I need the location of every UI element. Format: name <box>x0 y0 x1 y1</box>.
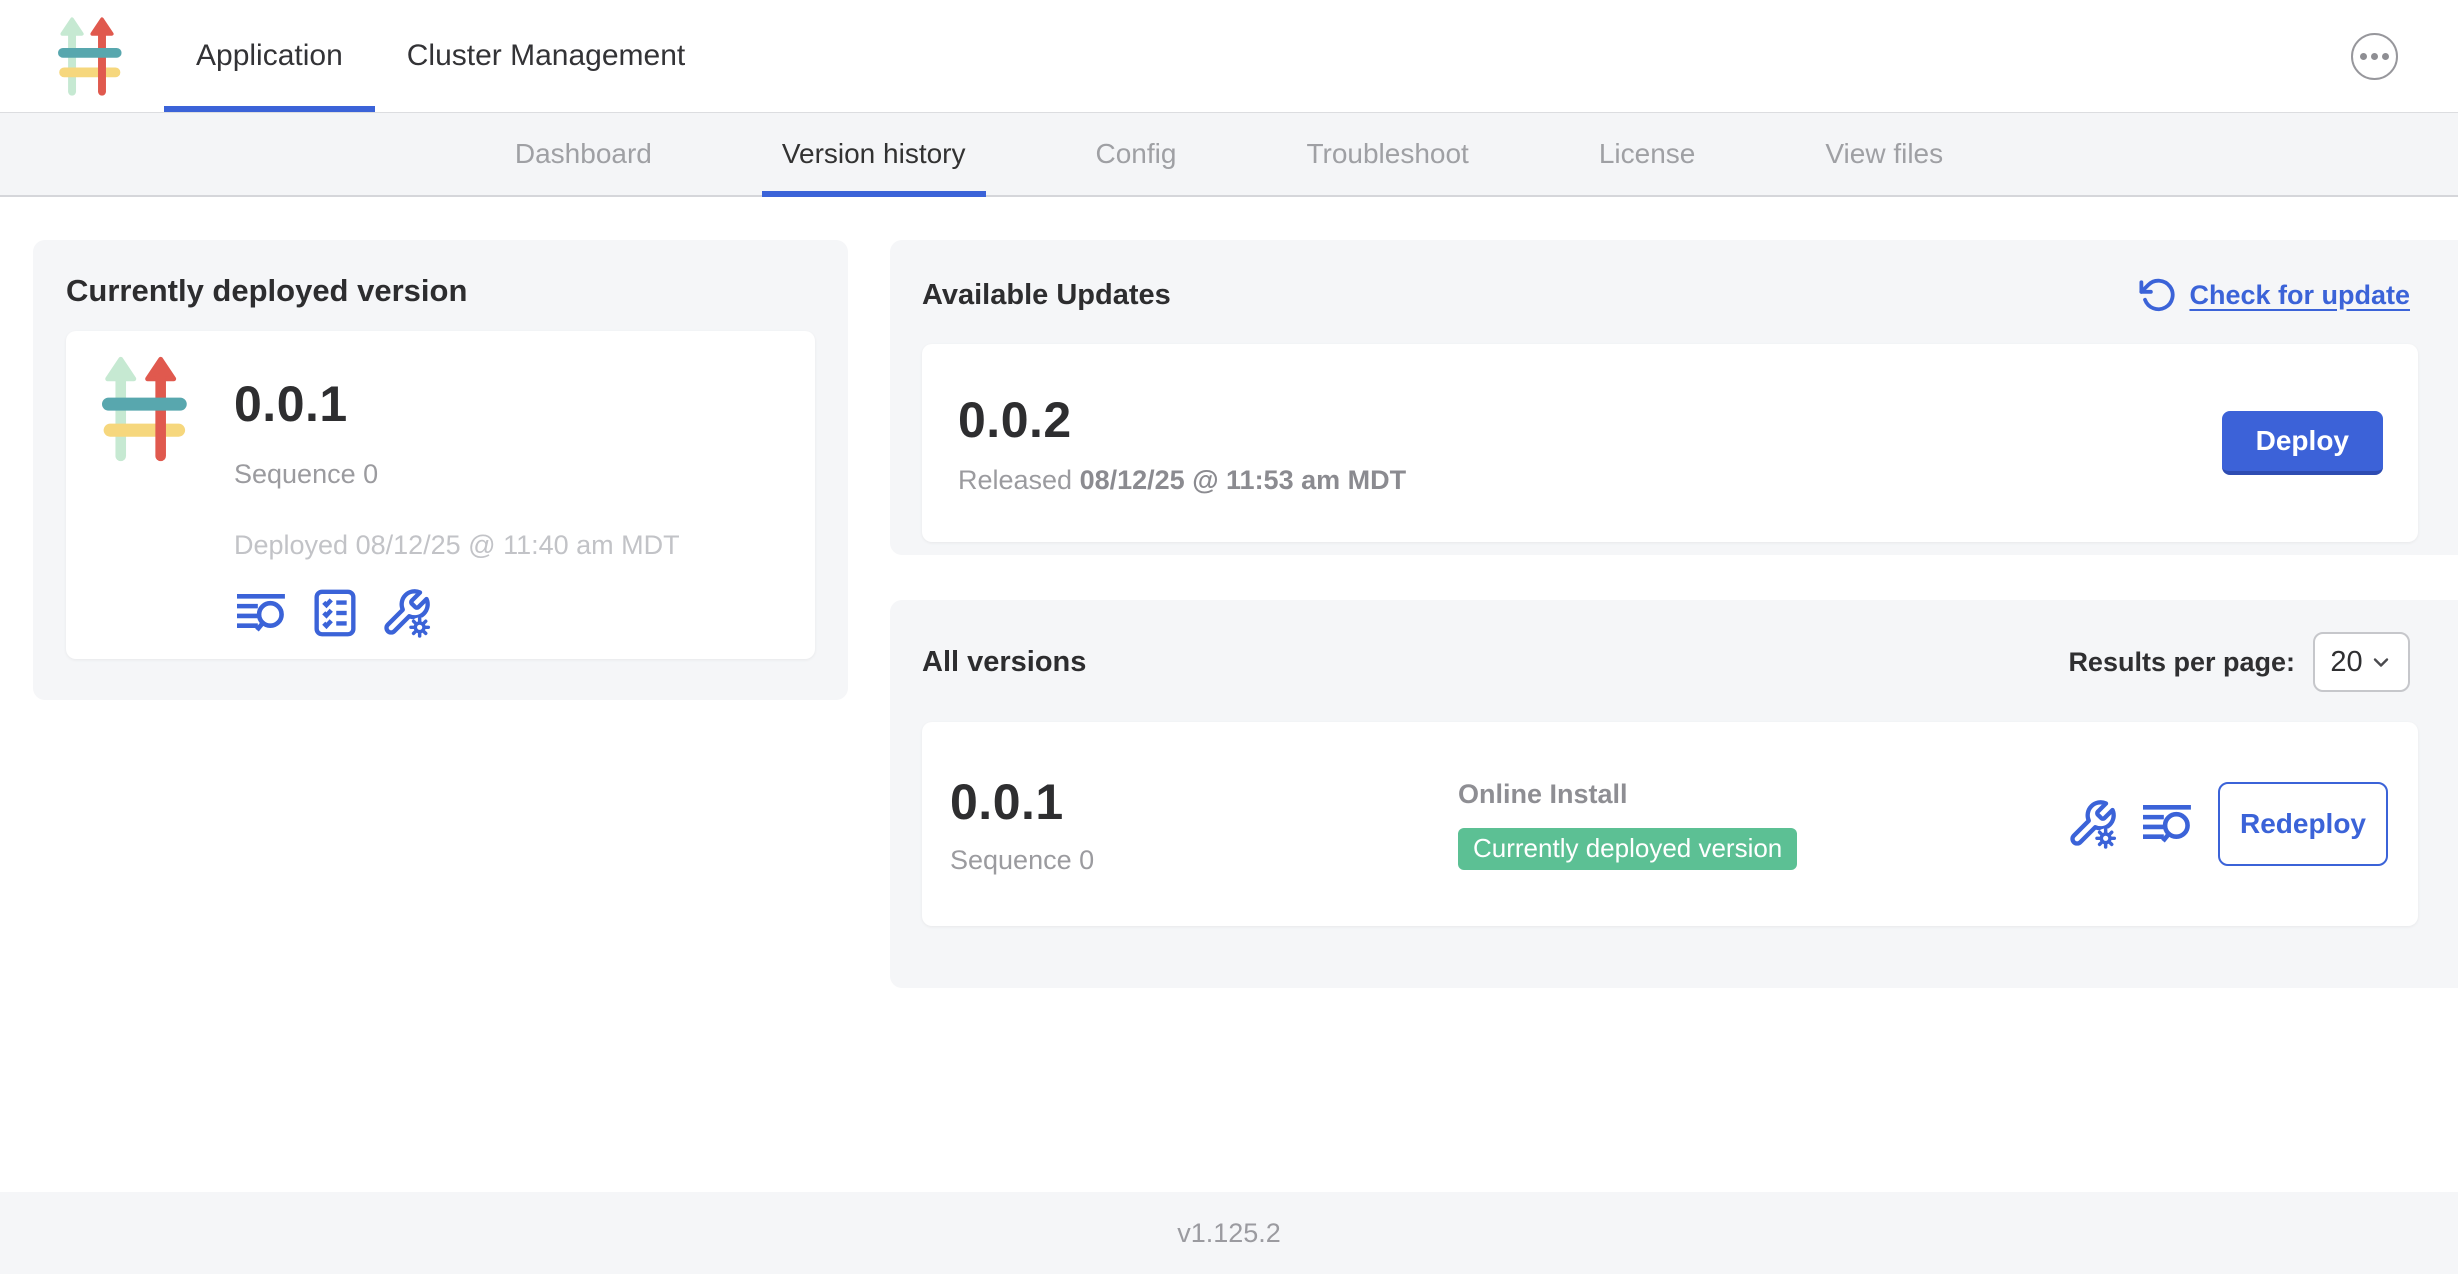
check-for-update-link[interactable]: Check for update <box>2139 276 2410 314</box>
deploy-logs-icon[interactable] <box>2140 799 2196 849</box>
subnav-tab-version-history[interactable]: Version history <box>762 113 986 195</box>
available-updates-header: Available Updates Check for update <box>922 272 2450 318</box>
header-tab-application[interactable]: Application <box>164 0 375 112</box>
main-content: Currently deployed version 0.0.1 Sequenc… <box>0 197 2458 1192</box>
ellipsis-icon <box>2371 53 2378 60</box>
refresh-icon <box>2139 276 2177 314</box>
update-version-number: 0.0.2 <box>958 391 1406 449</box>
all-versions-card: All versions Results per page: 20 0.0 <box>890 600 2458 988</box>
preflight-checks-icon[interactable] <box>310 588 360 638</box>
subnav-tab-dashboard[interactable]: Dashboard <box>495 113 672 195</box>
available-update-info: 0.0.2 Released 08/12/25 @ 11:53 am MDT <box>958 391 1406 496</box>
results-per-page: Results per page: 20 <box>2068 632 2410 692</box>
results-per-page-select[interactable]: 20 <box>2313 632 2410 692</box>
header-nav: Application Cluster Management <box>164 0 717 112</box>
subnav-tab-troubleshoot[interactable]: Troubleshoot <box>1286 113 1488 195</box>
app-logo-icon <box>102 355 190 463</box>
all-versions-header: All versions Results per page: 20 <box>922 632 2450 692</box>
all-versions-title: All versions <box>922 646 1086 679</box>
released-prefix: Released <box>958 465 1072 495</box>
right-column: Available Updates Check for update 0.0.2… <box>890 240 2458 988</box>
app-logo-icon <box>58 16 124 97</box>
chevron-down-icon <box>2369 650 2393 674</box>
version-row-sequence: Sequence 0 <box>950 845 1458 876</box>
subnav-tab-view-files[interactable]: View files <box>1805 113 1963 195</box>
deploy-logs-icon[interactable] <box>234 588 290 638</box>
ellipsis-icon <box>2360 53 2367 60</box>
app-footer: v1.125.2 <box>0 1192 2458 1274</box>
version-row-status: Online Install Currently deployed versio… <box>1458 779 2066 870</box>
current-version-deployed-timestamp: Deployed 08/12/25 @ 11:40 am MDT <box>234 530 680 561</box>
status-badge: Currently deployed version <box>1458 828 1797 870</box>
results-per-page-label: Results per page: <box>2068 647 2295 678</box>
currently-deployed-title: Currently deployed version <box>66 273 815 309</box>
available-updates-title: Available Updates <box>922 279 1171 312</box>
current-version-number: 0.0.1 <box>234 375 680 433</box>
available-updates-card: Available Updates Check for update 0.0.2… <box>890 240 2458 555</box>
header-tab-cluster-management[interactable]: Cluster Management <box>375 0 717 112</box>
subnav-tab-config[interactable]: Config <box>1076 113 1197 195</box>
app-subnav: Dashboard Version history Config Trouble… <box>0 113 2458 197</box>
current-version-panel: 0.0.1 Sequence 0 Deployed 08/12/25 @ 11:… <box>66 331 815 659</box>
console-version: v1.125.2 <box>1177 1218 1281 1249</box>
header-tab-label: Cluster Management <box>407 39 685 73</box>
ellipsis-menu-button[interactable] <box>2351 33 2398 80</box>
edit-config-icon[interactable] <box>380 587 432 639</box>
subnav-tab-license[interactable]: License <box>1579 113 1716 195</box>
available-update-row: 0.0.2 Released 08/12/25 @ 11:53 am MDT D… <box>922 344 2418 542</box>
version-row-number: 0.0.1 <box>950 773 1458 831</box>
edit-config-icon[interactable] <box>2066 798 2118 850</box>
released-date: 08/12/25 @ 11:53 am MDT <box>1080 465 1407 495</box>
version-row-info: 0.0.1 Sequence 0 <box>950 773 1458 876</box>
redeploy-button[interactable]: Redeploy <box>2218 782 2388 866</box>
app-header: Application Cluster Management <box>0 0 2458 113</box>
current-version-actions <box>234 587 680 639</box>
header-tab-label: Application <box>196 39 343 73</box>
update-released-timestamp: Released 08/12/25 @ 11:53 am MDT <box>958 465 1406 496</box>
version-row-actions: Redeploy <box>2066 782 2388 866</box>
current-version-details: 0.0.1 Sequence 0 Deployed 08/12/25 @ 11:… <box>234 375 680 639</box>
admin-console-page: Application Cluster Management Dashboard… <box>0 0 2458 1274</box>
ellipsis-icon <box>2382 53 2389 60</box>
install-type-label: Online Install <box>1458 779 2066 810</box>
deploy-button[interactable]: Deploy <box>2222 411 2383 475</box>
current-version-sequence: Sequence 0 <box>234 459 680 490</box>
currently-deployed-card: Currently deployed version 0.0.1 Sequenc… <box>33 240 848 700</box>
check-for-update-label: Check for update <box>2189 280 2410 311</box>
results-per-page-value: 20 <box>2330 646 2362 679</box>
version-row: 0.0.1 Sequence 0 Online Install Currentl… <box>922 722 2418 926</box>
